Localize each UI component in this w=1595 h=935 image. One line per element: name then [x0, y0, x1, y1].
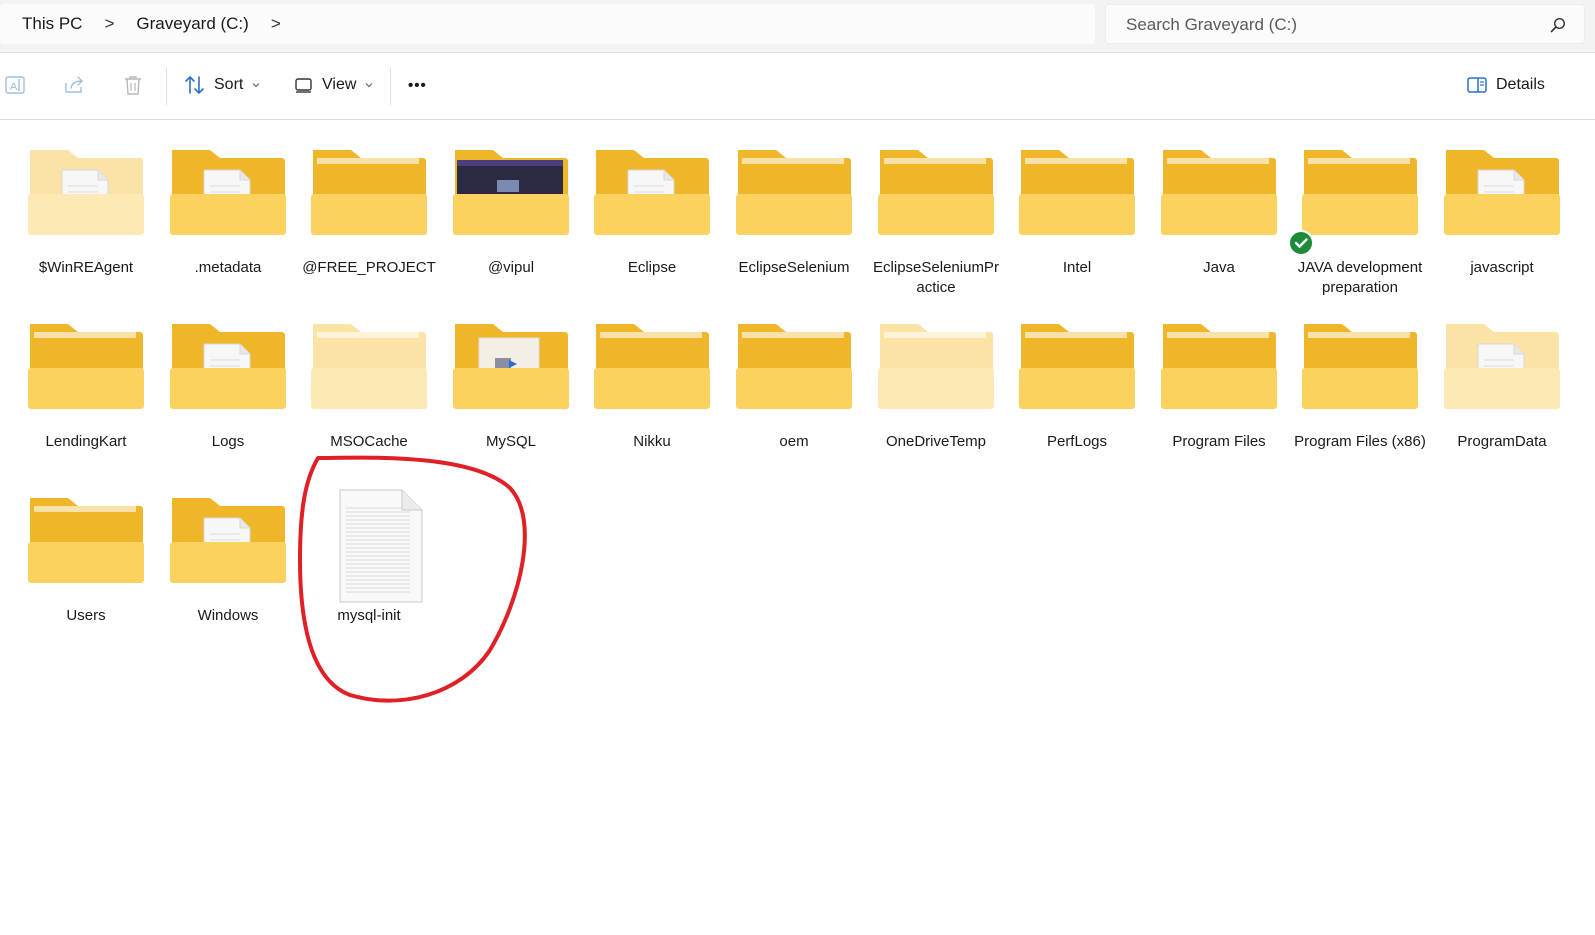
breadcrumb-this-pc[interactable]: This PC — [0, 14, 82, 34]
item-label: javascript — [1470, 259, 1534, 276]
folder-icon — [1019, 146, 1135, 242]
view-button[interactable]: View — [294, 69, 374, 101]
breadcrumb-separator-trailing[interactable]: > — [249, 14, 281, 34]
folder-icon — [736, 320, 852, 416]
rename-icon[interactable]: A — [4, 73, 28, 97]
folder-icon — [594, 146, 710, 242]
folder-icon — [736, 146, 852, 242]
view-label: View — [322, 76, 357, 93]
item-label: Java — [1203, 259, 1235, 276]
item-label: MySQL — [485, 433, 536, 450]
folder-icon — [1302, 146, 1418, 242]
folder-icon — [311, 146, 427, 242]
sync-status-check-icon — [1288, 230, 1314, 256]
folder-icon — [453, 320, 569, 416]
details-label: Details — [1496, 76, 1545, 93]
more-options-button[interactable]: ••• — [408, 69, 427, 101]
share-icon[interactable] — [62, 73, 86, 97]
search-box[interactable] — [1105, 4, 1585, 44]
item-label: Intel — [1062, 259, 1092, 276]
item-label: ProgramData — [1457, 433, 1547, 450]
folder-icon — [170, 494, 286, 590]
item-label: Program Files (x86) — [1294, 433, 1426, 450]
folder-icon — [311, 320, 427, 416]
view-icon — [295, 78, 312, 93]
item-label: oem — [779, 433, 809, 450]
breadcrumb-separator[interactable]: > — [82, 14, 114, 34]
breadcrumb-drive[interactable]: Graveyard (C:) — [114, 14, 248, 34]
address-bar-region: This PC > Graveyard (C:) > — [0, 0, 1595, 53]
item-label: Nikku — [633, 433, 671, 450]
search-icon[interactable] — [1550, 17, 1566, 33]
item-label: Program Files — [1172, 433, 1266, 450]
sort-label: Sort — [214, 76, 244, 93]
item-label: .metadata — [194, 259, 262, 276]
folder-icon — [1444, 146, 1560, 242]
folder-icon — [1161, 320, 1277, 416]
sort-icon — [185, 75, 204, 95]
item-label: Windows — [197, 607, 259, 624]
folder-icon — [878, 146, 994, 242]
folder-icon — [594, 320, 710, 416]
item-label: Users — [66, 607, 106, 624]
folder-icon — [28, 494, 144, 590]
chevron-down-icon — [252, 83, 260, 88]
item-label: LendingKart — [45, 433, 127, 450]
folder-icon — [1161, 146, 1277, 242]
breadcrumb[interactable]: This PC > Graveyard (C:) > — [0, 4, 1095, 44]
details-button[interactable]: Details — [1466, 69, 1545, 101]
item-label: EclipseSelenium — [738, 259, 850, 276]
item-label: @vipul — [487, 259, 535, 276]
item-label: $WinREAgent — [38, 259, 134, 276]
folder-icon — [28, 320, 144, 416]
sort-button[interactable]: Sort — [184, 69, 261, 101]
item-label: mysql-init — [337, 607, 401, 624]
folder-icon — [1019, 320, 1135, 416]
folder-icon — [28, 146, 144, 242]
toolbar-divider — [166, 67, 167, 105]
delete-icon[interactable] — [121, 73, 145, 97]
item-label: MSOCache — [330, 433, 408, 450]
item-label: Eclipse — [627, 259, 677, 276]
folder-icon — [170, 320, 286, 416]
folder-icon — [453, 146, 569, 242]
details-pane-icon — [1467, 77, 1487, 93]
toolbar-divider — [390, 67, 391, 105]
folder-icon — [1444, 320, 1560, 416]
item-label: PerfLogs — [1046, 433, 1108, 450]
search-input[interactable] — [1124, 13, 1528, 37]
svg-text:A: A — [10, 81, 18, 93]
item-label: EclipseSeleniumPr actice — [864, 258, 1008, 298]
folder-icon — [878, 320, 994, 416]
red-annotation-circle — [298, 455, 527, 703]
chevron-down-icon — [365, 83, 373, 88]
command-bar: A Sort View ••• Details — [0, 53, 1595, 120]
folder-icon — [1302, 320, 1418, 416]
item-label: Logs — [211, 433, 245, 450]
item-label-line: actice — [916, 279, 956, 296]
text-file-icon — [323, 488, 439, 603]
item-label: @FREE_PROJECT — [302, 259, 436, 276]
item-label: JAVA development preparation — [1297, 259, 1423, 296]
item-label-line: EclipseSeleniumPr — [873, 259, 999, 276]
item-label: OneDriveTemp — [885, 433, 987, 450]
folder-icon — [170, 146, 286, 242]
